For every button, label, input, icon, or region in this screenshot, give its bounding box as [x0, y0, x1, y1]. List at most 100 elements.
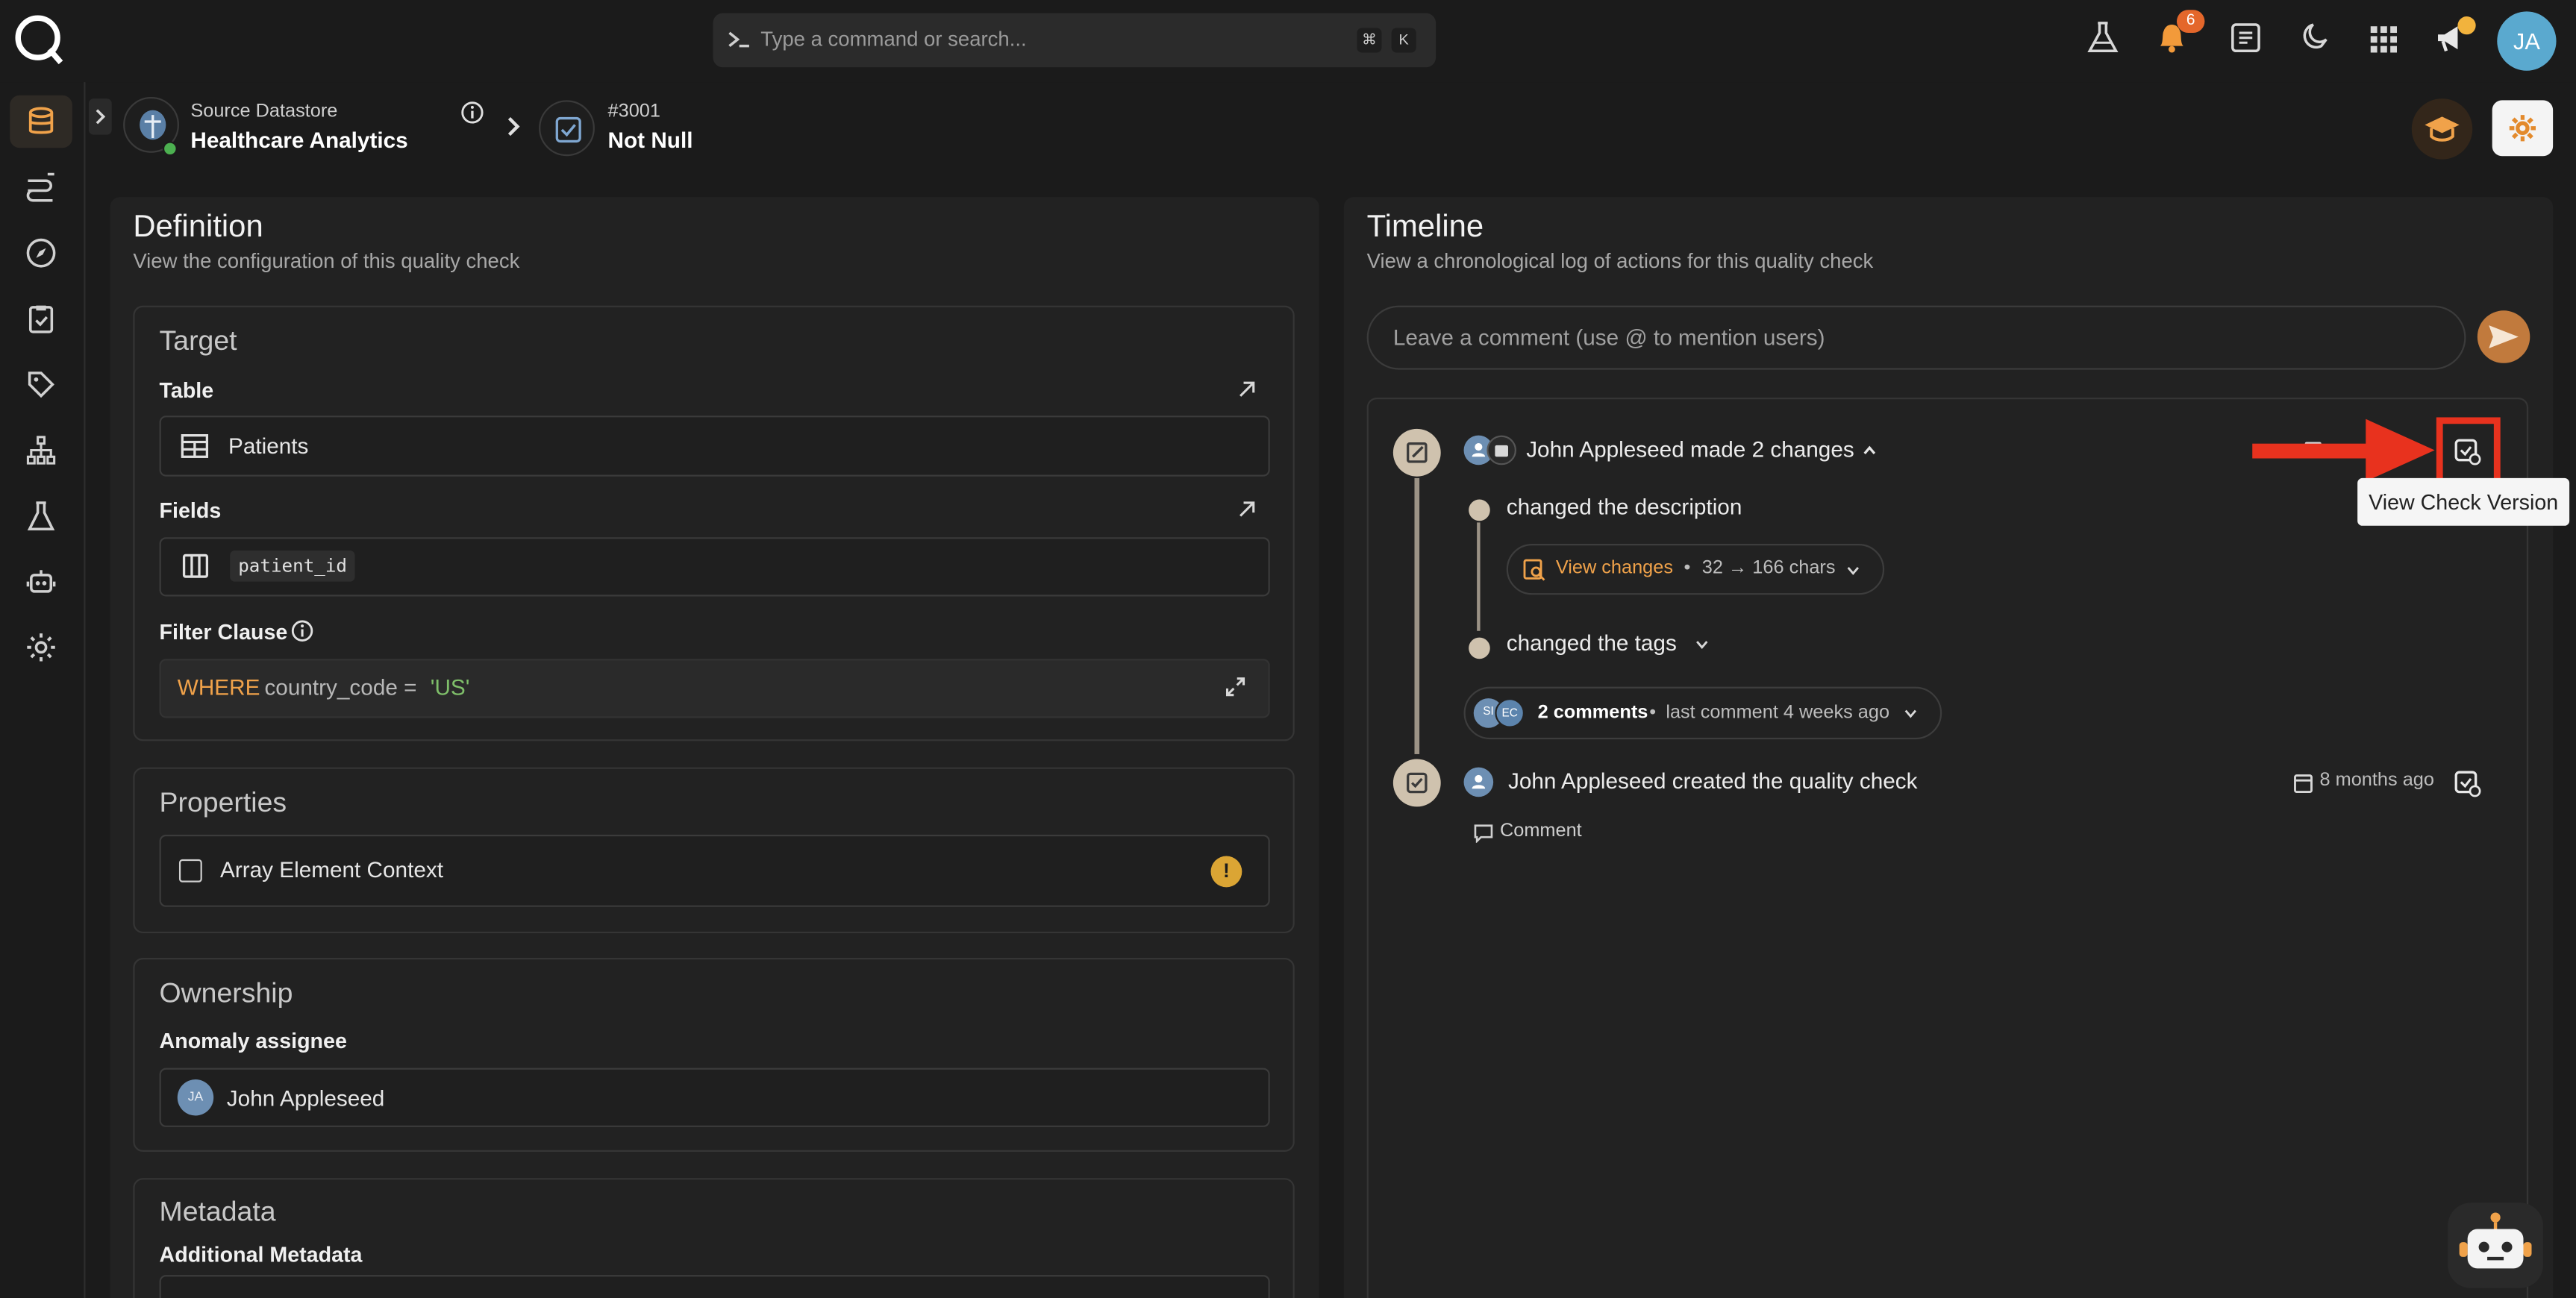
diff-search-icon: [1523, 559, 1546, 582]
metadata-table: [159, 1275, 1270, 1298]
target-title: Target: [159, 325, 237, 357]
commenter-avatar: EC: [1495, 698, 1525, 728]
change-bullet: [1469, 637, 1490, 659]
change-bullet: [1469, 499, 1490, 521]
open-fields-arrow-icon[interactable]: [1236, 498, 1259, 521]
sidebar-item-checks[interactable]: [10, 292, 72, 345]
terminal-icon: [728, 30, 751, 49]
open-table-arrow-icon[interactable]: [1236, 378, 1259, 401]
learn-button[interactable]: [2411, 98, 2473, 160]
dark-mode-moon-icon[interactable]: [2297, 19, 2333, 55]
table-icon: [181, 433, 209, 458]
table-value: Patients: [228, 433, 309, 459]
metadata-title: Metadata: [159, 1196, 276, 1228]
field-chip-patient-id[interactable]: patient_id: [230, 550, 356, 582]
sidebar-item-tags[interactable]: [10, 358, 72, 410]
array-element-context-label: Array Element Context: [220, 857, 443, 882]
assignee-name: John Appleseed: [226, 1085, 385, 1111]
change-connector: [1477, 522, 1481, 631]
sidebar-item-explore[interactable]: [10, 227, 72, 279]
database-icon: [28, 107, 54, 134]
ownership-title: Ownership: [159, 977, 293, 1009]
timeline-title: Timeline: [1366, 210, 1484, 245]
sidebar-item-datastores[interactable]: [10, 95, 72, 148]
app-logo[interactable]: [13, 13, 66, 66]
collapse-chevron-up-icon[interactable]: [1861, 442, 1878, 458]
compass-icon: [26, 238, 56, 268]
send-comment-button[interactable]: [2477, 310, 2530, 363]
breadcrumb-datastore-label: Source Datastore: [190, 101, 338, 122]
comments-chevron-down-icon[interactable]: [1902, 705, 1919, 721]
breadcrumb-separator-icon: [504, 115, 524, 138]
timeline-connector: [1414, 477, 1420, 754]
sidebar-item-flows[interactable]: [10, 161, 72, 213]
check-settings-button[interactable]: [2492, 100, 2554, 157]
edit-icon: [1407, 442, 1428, 463]
warning-icon[interactable]: !: [1210, 856, 1242, 888]
connection-status-dot: [162, 141, 178, 157]
robot-icon: [2459, 1212, 2532, 1269]
view-check-version-tooltip: View Check Version: [2357, 477, 2570, 526]
check-type-icon: [539, 100, 595, 157]
sidebar-item-lineage[interactable]: [10, 424, 72, 476]
array-element-context-checkbox[interactable]: [178, 859, 202, 882]
view-check-version-icon[interactable]: [2453, 769, 2483, 799]
sidebar-item-settings[interactable]: [10, 621, 72, 674]
assistant-bot-button[interactable]: [2448, 1203, 2543, 1288]
comments-count: 2 comments: [1537, 703, 1648, 724]
chevron-down-icon[interactable]: [1845, 562, 1861, 578]
tag-icon: [28, 371, 54, 398]
flow-icon: [26, 172, 54, 202]
view-check-version-icon[interactable]: [2453, 437, 2483, 467]
user-avatar[interactable]: JA: [2497, 11, 2557, 71]
sidebar-expand-button[interactable]: [88, 98, 112, 135]
expand-icon[interactable]: [1224, 675, 1247, 698]
breadcrumb-check-name: Not Null: [607, 128, 693, 153]
sidebar-item-agents[interactable]: [10, 555, 72, 607]
robot-icon: [26, 570, 56, 593]
filter-expression: country_code =: [264, 675, 423, 700]
view-changes-detail: 32 → 166 chars: [1701, 558, 1836, 579]
comments-last: last comment 4 weeks ago: [1666, 703, 1890, 724]
created-event-node: [1392, 759, 1441, 807]
shortcut-key-cmd: ⌘: [1357, 28, 1382, 53]
event-header-changes[interactable]: John Appleseed made 2 changes: [1526, 437, 1854, 462]
breadcrumb-datastore-name[interactable]: Healthcare Analytics: [190, 128, 407, 153]
apps-grid-icon[interactable]: [2366, 19, 2401, 55]
notification-count-badge: 6: [2176, 10, 2205, 34]
table-field[interactable]: [159, 416, 1270, 477]
filter-info-icon[interactable]: [291, 619, 314, 642]
view-changes-link[interactable]: View changes: [1556, 559, 1673, 578]
definition-title: Definition: [133, 210, 263, 245]
filter-clause-label: Filter Clause: [159, 619, 288, 645]
send-icon: [2489, 325, 2519, 348]
hierarchy-icon: [26, 436, 56, 465]
change-description-text: changed the description: [1506, 494, 1742, 519]
gear-icon: [2509, 115, 2536, 142]
change-tags-text: changed the tags: [1506, 630, 1677, 656]
filter-keyword: WHERE: [177, 675, 260, 700]
tags-chevron-down-icon[interactable]: [1694, 636, 1710, 652]
definition-subtitle: View the configuration of this quality c…: [133, 249, 520, 273]
view-changes-separator: •: [1684, 558, 1691, 579]
sidebar-item-lab[interactable]: [10, 489, 72, 542]
anomaly-assignee-label: Anomaly assignee: [159, 1028, 347, 1053]
filter-literal: 'US': [430, 675, 470, 700]
timeline-list: [1366, 398, 2529, 1298]
check-icon: [1407, 772, 1428, 794]
calendar-icon: [2293, 772, 2313, 794]
docs-icon[interactable]: [2228, 19, 2263, 55]
search-input[interactable]: Type a command or search...: [760, 28, 1026, 51]
annotation-arrow-head: [2366, 418, 2435, 482]
comment-input[interactable]: Leave a comment (use @ to mention users): [1366, 305, 2466, 370]
lab-flask-icon[interactable]: [2085, 19, 2121, 55]
fields-label: Fields: [159, 498, 222, 523]
comment-button[interactable]: Comment: [1500, 821, 1582, 841]
command-search[interactable]: Type a command or search... ⌘ K: [713, 13, 1437, 68]
event-user-avatar: [1463, 767, 1494, 797]
breadcrumb-check-id: #3001: [607, 101, 660, 122]
sidebar: [0, 82, 86, 1298]
info-icon[interactable]: [460, 100, 484, 125]
comments-separator: •: [1649, 703, 1657, 724]
comment-icon[interactable]: [1474, 823, 1493, 843]
